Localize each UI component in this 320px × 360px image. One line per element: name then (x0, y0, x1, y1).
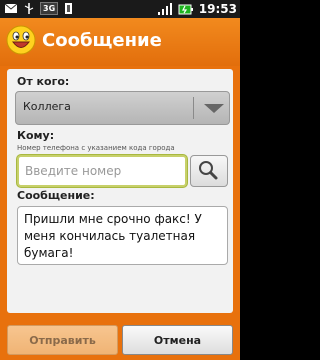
message-label: Сообщение: (17, 189, 95, 202)
phone-number-field[interactable] (17, 155, 187, 187)
notification-icon (65, 3, 73, 14)
contact-search-button[interactable] (190, 155, 228, 187)
status-left: 3G (4, 2, 73, 15)
message-textarea[interactable]: Пришли мне срочно факс! У меня кончилась… (17, 206, 228, 265)
sender-dropdown[interactable]: Коллега (15, 91, 230, 125)
chevron-down-icon (204, 104, 224, 113)
to-label: Кому: (17, 129, 55, 142)
send-button[interactable]: Отправить (7, 325, 118, 355)
compose-form: От кого: Коллега Кому: Номер телефона с … (7, 69, 233, 313)
status-right: 19:53 (157, 1, 237, 17)
network-type-badge: 3G (40, 2, 59, 15)
cancel-button[interactable]: Отмена (122, 325, 233, 355)
sms-envelope-icon (4, 3, 18, 13)
app-window: 3G 19:53 Сообщение От кого: Коллега Кому… (0, 0, 240, 360)
message-text: Пришли мне срочно факс! У меня кончилась… (24, 212, 202, 260)
battery-icon (178, 4, 193, 14)
clock: 19:53 (198, 2, 237, 16)
search-icon (199, 161, 218, 180)
page-title: Сообщение (42, 30, 162, 51)
status-bar: 3G 19:53 (0, 0, 240, 18)
dropdown-divider (193, 97, 194, 119)
to-hint: Номер телефона с указанием кода города (17, 144, 175, 152)
sender-selected-value: Коллега (23, 100, 71, 113)
title-bar: Сообщение (0, 18, 240, 66)
phone-number-input[interactable] (19, 157, 179, 185)
usb-icon (24, 3, 34, 14)
smiley-face-icon (6, 25, 36, 55)
from-label: От кого: (17, 75, 70, 88)
signal-strength-icon (157, 2, 172, 15)
